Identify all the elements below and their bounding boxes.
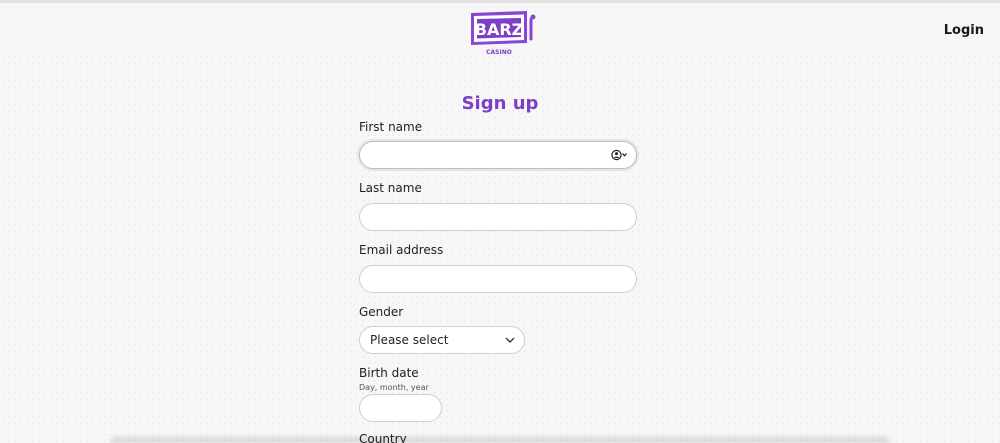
gender-label: Gender [359, 305, 404, 319]
birth-date-input[interactable] [359, 394, 442, 422]
last-name-input[interactable] [359, 203, 637, 231]
email-label: Email address [359, 243, 444, 257]
scroll-shadow [110, 437, 890, 443]
top-bar: BARZ CASINO Login [0, 0, 1000, 56]
page-title: Sign up [461, 93, 539, 114]
signup-page: BARZ CASINO Login Sign up First name Las… [0, 0, 1000, 443]
first-name-label: First name [359, 120, 423, 134]
birth-date-hint: Day, month, year [359, 383, 429, 392]
contact-autofill-icon[interactable] [611, 149, 629, 161]
login-link[interactable]: Login [944, 23, 984, 38]
gender-select-value: Please select [370, 333, 449, 347]
email-input[interactable] [359, 265, 637, 293]
last-name-label: Last name [359, 181, 422, 195]
gender-select[interactable]: Please select [359, 326, 525, 354]
chevron-down-icon [505, 337, 515, 343]
birth-date-label: Birth date [359, 366, 419, 380]
logo-subtext: CASINO [486, 49, 512, 56]
logo-text: BARZ [475, 20, 524, 39]
first-name-input[interactable] [359, 141, 637, 169]
barz-casino-logo[interactable]: BARZ CASINO [467, 9, 541, 57]
